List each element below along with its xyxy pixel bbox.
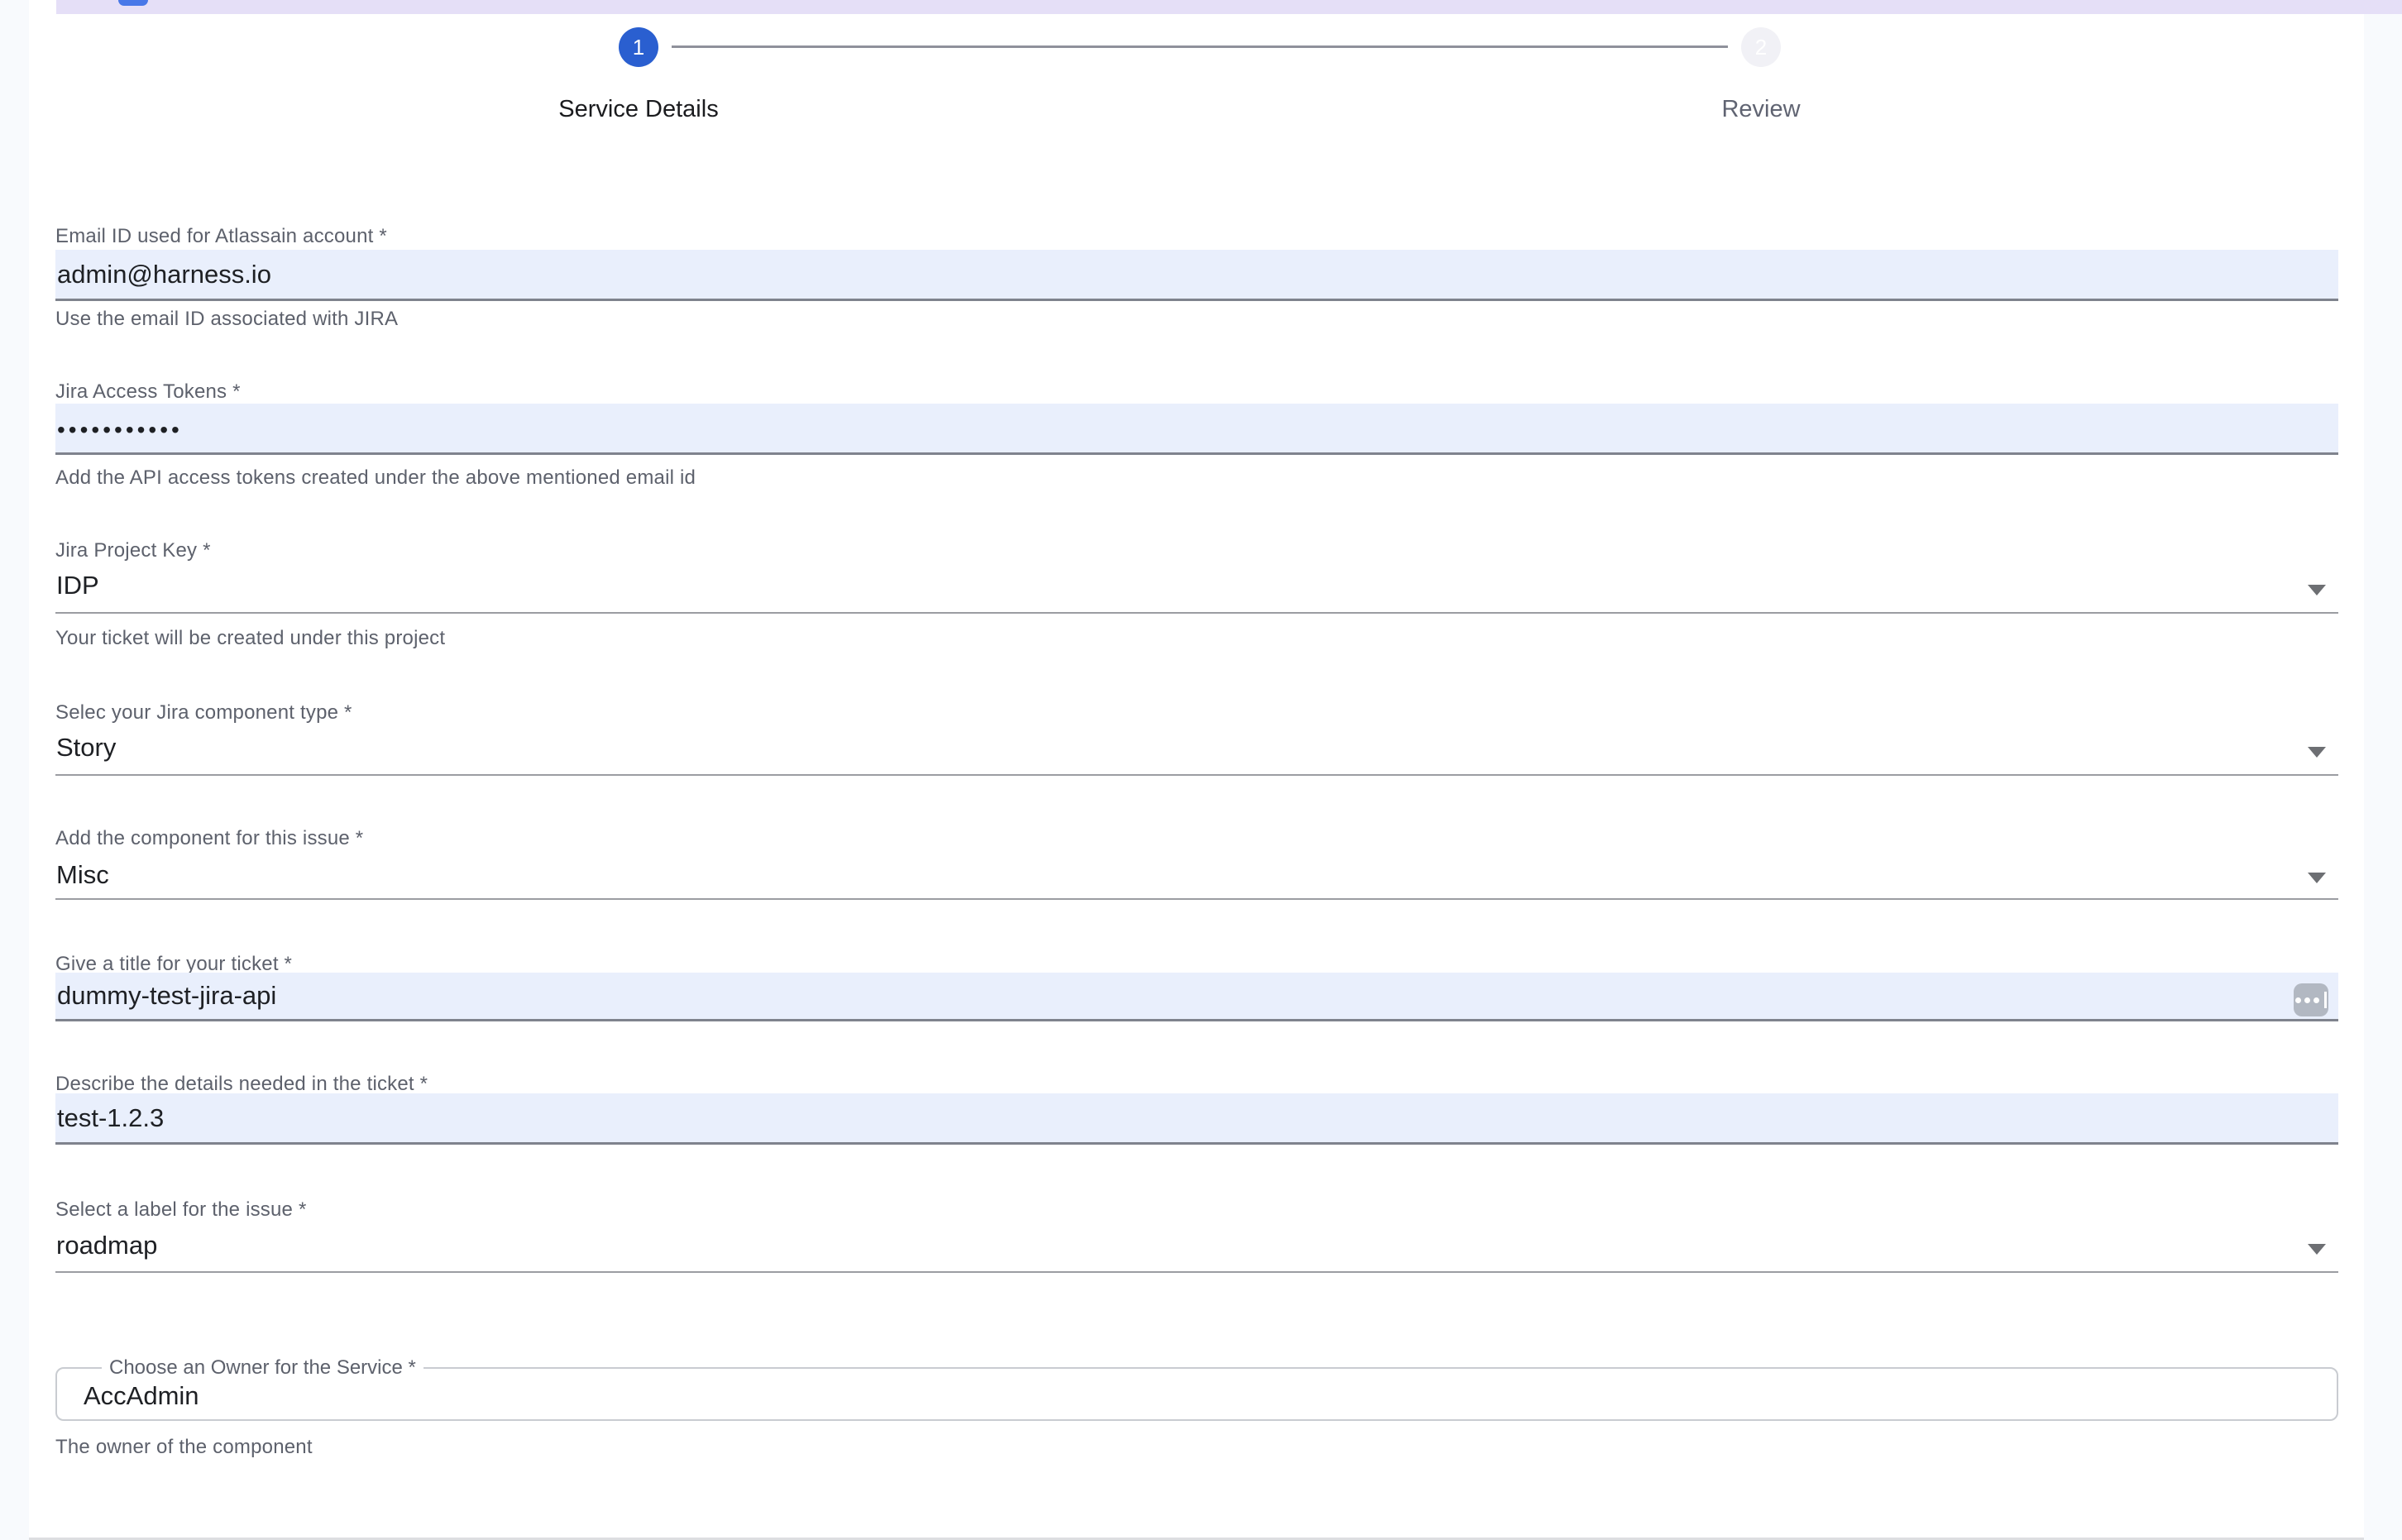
step-1-indicator: 1 — [619, 27, 658, 67]
field-description: Describe the details needed in the ticke… — [55, 1073, 2338, 1155]
step-connector — [672, 45, 1728, 48]
chevron-down-icon — [2308, 1244, 2326, 1255]
component-label: Add the component for this issue * — [55, 827, 363, 850]
email-helper: Use the email ID associated with JIRA — [55, 308, 398, 331]
ticket-title-input[interactable]: dummy-test-jira-api — [55, 973, 2338, 1021]
ticket-title-value: dummy-test-jira-api — [55, 981, 276, 1011]
owner-input[interactable]: Choose an Owner for the Service * AccAdm… — [55, 1356, 2338, 1421]
wizard-page: 1 2 Service Details Review Email ID used… — [0, 0, 2402, 1540]
field-access-tokens: Jira Access Tokens * ••••••••••• Add the… — [55, 380, 2338, 505]
project-key-value: IDP — [56, 571, 99, 600]
step-1-label: Service Details — [473, 96, 804, 123]
step-2-label: Review — [1596, 96, 1926, 123]
issue-label-value: roadmap — [56, 1231, 157, 1260]
email-value: admin@harness.io — [55, 260, 271, 289]
issue-label-label: Select a label for the issue * — [55, 1198, 307, 1222]
owner-helper: The owner of the component — [55, 1436, 313, 1459]
field-issue-label: Select a label for the issue * roadmap — [55, 1198, 2338, 1281]
chevron-down-icon — [2308, 873, 2326, 883]
field-ticket-title: Give a title for your ticket * dummy-tes… — [55, 953, 2338, 1035]
email-input[interactable]: admin@harness.io — [55, 250, 2338, 301]
tokens-helper: Add the API access tokens created under … — [55, 466, 696, 490]
top-banner-strip — [56, 0, 2402, 14]
project-key-select[interactable]: IDP — [55, 562, 2338, 614]
tokens-label: Jira Access Tokens * — [55, 380, 241, 404]
banner-logo-icon — [118, 0, 148, 6]
field-owner: Choose an Owner for the Service * AccAdm… — [55, 1356, 2338, 1464]
stepper: 1 2 Service Details Review — [0, 0, 2402, 141]
chevron-down-icon — [2308, 747, 2326, 758]
chevron-down-icon — [2308, 585, 2326, 595]
email-label: Email ID used for Atlassain account * — [55, 225, 387, 248]
field-component-type: Selec your Jira component type * Story — [55, 701, 2338, 784]
owner-label: Choose an Owner for the Service * — [102, 1356, 423, 1380]
description-input[interactable]: test-1.2.3 — [55, 1093, 2338, 1145]
component-type-label: Selec your Jira component type * — [55, 701, 352, 725]
tokens-value: ••••••••••• — [55, 414, 183, 443]
component-select[interactable]: Misc — [55, 850, 2338, 900]
field-project-key: Jira Project Key * IDP Your ticket will … — [55, 539, 2338, 663]
component-type-select[interactable]: Story — [55, 725, 2338, 776]
right-gutter — [2364, 0, 2402, 1540]
ellipsis-cursor-icon[interactable] — [2294, 983, 2328, 1016]
field-email: Email ID used for Atlassain account * ad… — [55, 225, 2338, 341]
issue-label-select[interactable]: roadmap — [55, 1222, 2338, 1273]
component-type-value: Story — [56, 733, 116, 763]
field-component: Add the component for this issue * Misc — [55, 827, 2338, 910]
description-value: test-1.2.3 — [55, 1103, 164, 1133]
project-key-label: Jira Project Key * — [55, 539, 211, 562]
owner-value: AccAdmin — [84, 1381, 199, 1411]
description-label: Describe the details needed in the ticke… — [55, 1073, 428, 1096]
step-2-indicator: 2 — [1741, 27, 1781, 67]
component-value: Misc — [56, 860, 109, 890]
tokens-input[interactable]: ••••••••••• — [55, 404, 2338, 455]
project-key-helper: Your ticket will be created under this p… — [55, 627, 445, 650]
